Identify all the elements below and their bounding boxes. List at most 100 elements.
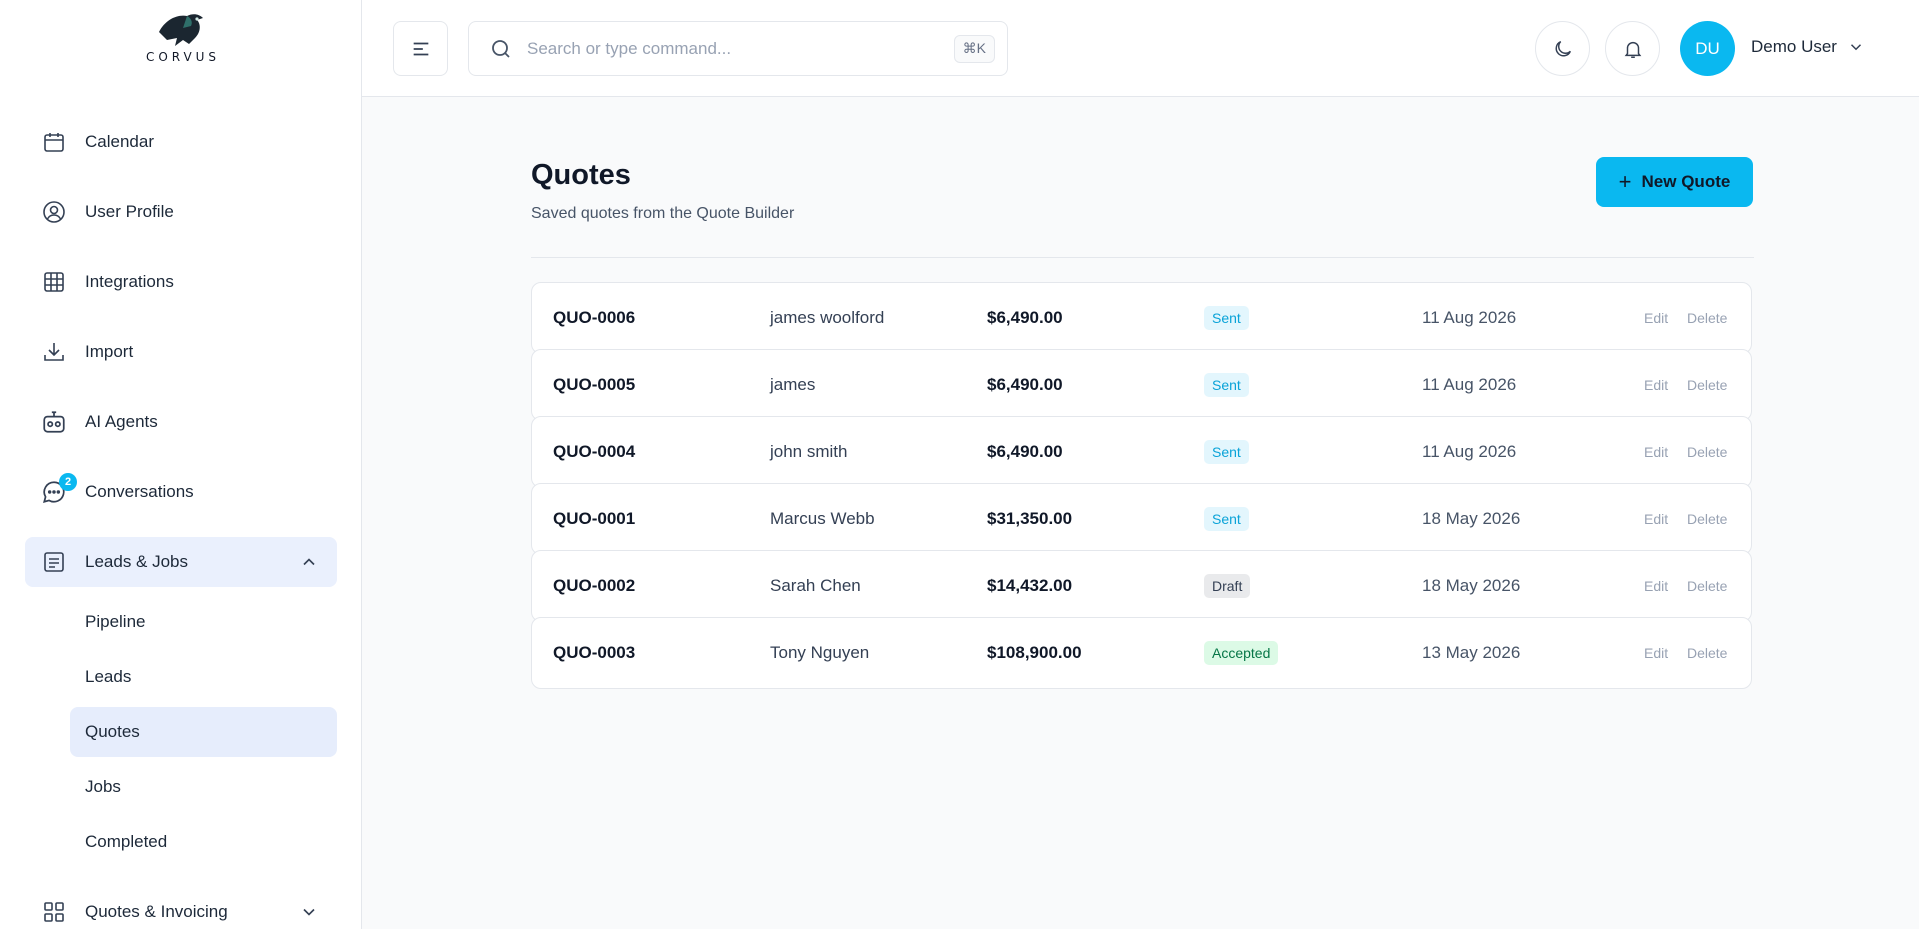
new-quote-button[interactable]: + New Quote	[1596, 157, 1753, 207]
avatar[interactable]: DU	[1680, 21, 1735, 76]
menu-toggle-button[interactable]	[393, 21, 448, 76]
edit-button[interactable]: Edit	[1644, 310, 1668, 326]
sidebar-item-calendar[interactable]: Calendar	[25, 117, 337, 167]
quote-date: 18 May 2026	[1422, 576, 1521, 595]
quote-row[interactable]: QUO-0006 james woolford $6,490.00 Sent 1…	[531, 282, 1752, 354]
page-title: Quotes	[531, 159, 631, 191]
new-quote-label: New Quote	[1641, 172, 1731, 191]
edit-button[interactable]: Edit	[1644, 578, 1668, 594]
quote-id: QUO-0003	[553, 643, 636, 662]
quote-customer: john smith	[770, 442, 848, 461]
bell-icon	[1624, 41, 1641, 58]
page-subtitle: Saved quotes from the Quote Builder	[531, 205, 795, 222]
sidebar-item-leads-jobs[interactable]: Leads & Jobs	[25, 537, 337, 587]
chat-icon: 2	[41, 473, 77, 505]
menu-icon	[413, 42, 428, 55]
quote-amount: $6,490.00	[987, 442, 1063, 461]
status-badge: Sent	[1204, 440, 1249, 464]
sidebar-item-quotes-invoicing[interactable]: Quotes & Invoicing	[25, 887, 337, 929]
sidebar-item-conversations[interactable]: 2 Conversations	[25, 467, 337, 517]
sidebar-subitem-pipeline[interactable]: Pipeline	[70, 597, 337, 647]
sidebar-item-label: AI Agents	[85, 412, 158, 431]
sidebar-item-label: Calendar	[85, 132, 154, 151]
quote-row[interactable]: QUO-0003 Tony Nguyen $108,900.00 Accepte…	[531, 617, 1752, 689]
quote-row[interactable]: QUO-0002 Sarah Chen $14,432.00 Draft 18 …	[531, 550, 1752, 622]
chevron-down-icon	[1850, 44, 1861, 51]
user-name: Demo User	[1751, 37, 1837, 56]
delete-button[interactable]: Delete	[1687, 377, 1727, 393]
sidebar-subitem-completed[interactable]: Completed	[70, 817, 337, 867]
theme-toggle-button[interactable]	[1535, 21, 1590, 76]
sidebar-subitem-quotes[interactable]: Quotes	[70, 707, 337, 757]
quote-id: QUO-0001	[553, 509, 636, 528]
sidebar-item-label: Quotes & Invoicing	[85, 902, 228, 921]
main-content: Quotes Saved quotes from the Quote Build…	[362, 97, 1919, 929]
sidebar-item-label: Integrations	[85, 272, 174, 291]
sidebar-item-label: User Profile	[85, 202, 174, 221]
status-badge-wrap: Sent	[1204, 440, 1249, 464]
app: CORVUS Calendar User Profile Integration…	[0, 0, 1919, 929]
quote-row[interactable]: QUO-0005 james $6,490.00 Sent 11 Aug 202…	[531, 349, 1752, 421]
divider	[531, 257, 1754, 258]
edit-button[interactable]: Edit	[1644, 511, 1668, 527]
edit-button[interactable]: Edit	[1644, 444, 1668, 460]
grid-icon	[41, 269, 67, 295]
search-icon	[489, 37, 513, 61]
delete-button[interactable]: Delete	[1687, 310, 1727, 326]
edit-button[interactable]: Edit	[1644, 377, 1668, 393]
user-menu[interactable]: Demo User	[1751, 37, 1865, 57]
quote-customer: Marcus Webb	[770, 509, 875, 528]
quote-row[interactable]: QUO-0001 Marcus Webb $31,350.00 Sent 18 …	[531, 483, 1752, 555]
status-badge: Sent	[1204, 373, 1249, 397]
sidebar-item-label: Leads & Jobs	[85, 552, 189, 571]
download-icon	[41, 339, 67, 365]
status-badge: Draft	[1204, 574, 1251, 598]
top-header: Search or type command... ⌘K DU Demo Use…	[362, 0, 1919, 97]
user-circle-icon	[41, 199, 67, 225]
chevron-up-icon	[299, 552, 319, 577]
logo[interactable]: CORVUS	[0, 0, 361, 78]
sidebar-item-user-profile[interactable]: User Profile	[25, 187, 337, 237]
status-badge-wrap: Sent	[1204, 306, 1249, 330]
shortcut-hint: ⌘K	[953, 34, 995, 63]
robot-icon	[41, 409, 67, 435]
status-badge-wrap: Draft	[1204, 574, 1251, 598]
delete-button[interactable]: Delete	[1687, 511, 1727, 527]
calendar-icon	[41, 129, 67, 155]
quote-amount: $6,490.00	[987, 375, 1063, 394]
brand-name: CORVUS	[145, 50, 221, 64]
apps-icon	[41, 899, 67, 925]
status-badge-wrap: Accepted	[1204, 641, 1279, 665]
delete-button[interactable]: Delete	[1687, 645, 1727, 661]
sidebar-subitem-leads[interactable]: Leads	[70, 652, 337, 702]
delete-button[interactable]: Delete	[1687, 444, 1727, 460]
delete-button[interactable]: Delete	[1687, 578, 1727, 594]
quote-customer: james	[770, 375, 816, 394]
status-badge-wrap: Sent	[1204, 507, 1249, 531]
quote-id: QUO-0004	[553, 442, 636, 461]
moon-icon	[1555, 40, 1571, 56]
status-badge-wrap: Sent	[1204, 373, 1249, 397]
status-badge: Sent	[1204, 306, 1249, 330]
quote-row[interactable]: QUO-0004 john smith $6,490.00 Sent 11 Au…	[531, 416, 1752, 488]
plus-icon: +	[1618, 169, 1632, 194]
edit-button[interactable]: Edit	[1644, 645, 1668, 661]
sidebar-item-import[interactable]: Import	[25, 327, 337, 377]
quote-date: 11 Aug 2026	[1422, 308, 1517, 327]
search-input[interactable]: Search or type command... ⌘K	[468, 21, 1008, 76]
quote-date: 11 Aug 2026	[1422, 442, 1517, 461]
search-placeholder: Search or type command...	[527, 38, 732, 58]
list-icon	[41, 549, 67, 575]
quote-customer: Sarah Chen	[770, 576, 861, 595]
status-badge: Accepted	[1204, 641, 1279, 665]
notifications-button[interactable]	[1605, 21, 1660, 76]
notification-badge: 2	[59, 473, 77, 491]
quote-amount: $14,432.00	[987, 576, 1073, 595]
raven-logo-icon	[159, 14, 203, 46]
quote-id: QUO-0002	[553, 576, 636, 595]
quote-id: QUO-0006	[553, 308, 636, 327]
sidebar-item-ai-agents[interactable]: AI Agents	[25, 397, 337, 447]
sidebar-subitem-jobs[interactable]: Jobs	[70, 762, 337, 812]
status-badge: Sent	[1204, 507, 1249, 531]
sidebar-item-integrations[interactable]: Integrations	[25, 257, 337, 307]
